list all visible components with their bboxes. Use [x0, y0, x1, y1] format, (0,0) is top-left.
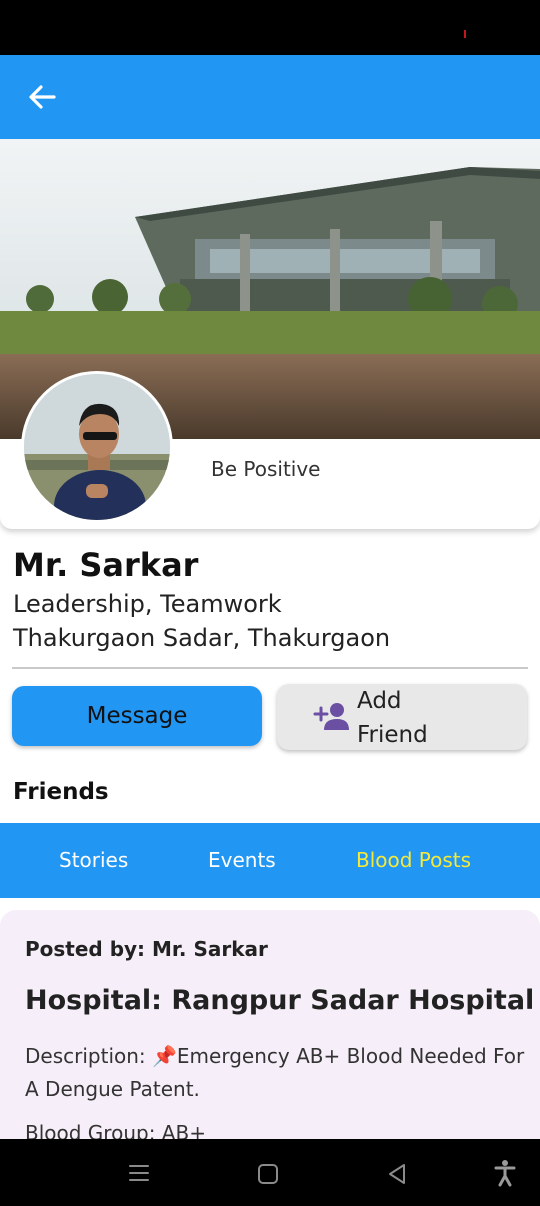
accessibility-icon[interactable]: [494, 1159, 516, 1187]
message-button-label: Message: [86, 703, 188, 729]
post-hospital: Hospital: Rangpur Sadar Hospital: [25, 985, 535, 1016]
divider: [12, 667, 528, 669]
tab-bar: Stories Events Blood Posts: [0, 823, 540, 898]
system-nav-bar: [0, 1139, 540, 1206]
menu-icon[interactable]: [128, 1163, 150, 1183]
back-triangle-icon[interactable]: [387, 1163, 407, 1185]
post-author: Posted by: Mr. Sarkar: [25, 937, 268, 961]
status-bar: [0, 0, 540, 55]
add-friend-label: Add Friend: [357, 684, 428, 752]
profile-skills: Leadership, Teamwork: [13, 590, 282, 618]
tab-blood-posts[interactable]: Blood Posts: [356, 848, 471, 872]
back-button[interactable]: [24, 81, 60, 113]
post-description: Description: 📌Emergency AB+ Blood Needed…: [25, 1044, 525, 1101]
add-friend-label-line2: Friend: [357, 722, 428, 748]
profile-motto: Be Positive: [211, 457, 321, 481]
recording-indicator: [464, 30, 466, 38]
app-bar: [0, 55, 540, 139]
friends-heading: Friends: [13, 779, 109, 805]
profile-name: Mr. Sarkar: [13, 546, 199, 584]
arrow-left-icon: [29, 85, 56, 109]
tab-stories[interactable]: Stories: [59, 848, 128, 872]
home-icon[interactable]: [257, 1163, 279, 1185]
tab-events[interactable]: Events: [208, 848, 276, 872]
avatar[interactable]: [21, 371, 173, 523]
add-friend-label-line1: Add: [357, 688, 402, 714]
message-button[interactable]: Message: [12, 686, 262, 746]
add-friend-button[interactable]: Add Friend: [277, 684, 527, 750]
person-add-icon: [313, 703, 349, 730]
profile-location: Thakurgaon Sadar, Thakurgaon: [13, 624, 391, 652]
